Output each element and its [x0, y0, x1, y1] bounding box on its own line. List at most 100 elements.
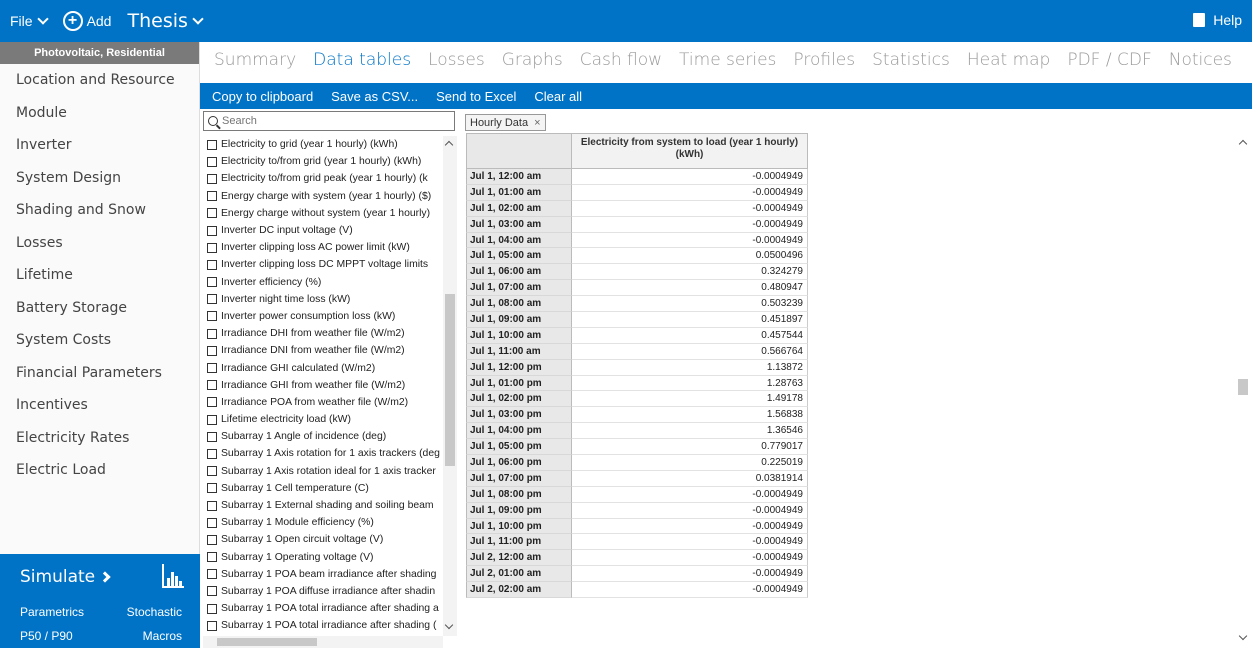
cell-value[interactable]: 0.0381914: [572, 470, 808, 487]
cell-value[interactable]: -0.0004949: [572, 216, 808, 233]
send-to-excel-button[interactable]: Send to Excel: [436, 89, 516, 104]
tab-pdf-cdf[interactable]: PDF / CDF: [1067, 50, 1151, 70]
hscrollbar-thumb[interactable]: [217, 638, 317, 646]
list-item[interactable]: Irradiance DNI from weather file (W/m2): [203, 342, 443, 359]
variable-checkbox[interactable]: [207, 448, 217, 459]
variable-checkbox[interactable]: [207, 620, 217, 631]
stochastic-button[interactable]: Stochastic: [127, 605, 182, 619]
list-item[interactable]: Inverter night time loss (kW): [203, 291, 443, 308]
tab-statistics[interactable]: Statistics: [872, 50, 950, 70]
hourly-data-tab[interactable]: Hourly Data ×: [465, 114, 546, 131]
list-item[interactable]: Subarray 1 Operating voltage (V): [203, 549, 443, 566]
variable-checkbox[interactable]: [207, 191, 217, 202]
variable-list-scrollbar[interactable]: [443, 136, 457, 636]
cell-value[interactable]: 0.457544: [572, 327, 808, 344]
tab-data-tables[interactable]: Data tables: [313, 50, 411, 70]
variable-checkbox[interactable]: [207, 397, 217, 408]
variable-checkbox[interactable]: [207, 259, 217, 270]
cell-value[interactable]: -0.0004949: [572, 486, 808, 503]
tab-summary[interactable]: Summary: [214, 50, 296, 70]
list-item[interactable]: Subarray 1 POA diffuse irradiance after …: [203, 583, 443, 600]
scrollbar-thumb[interactable]: [445, 294, 455, 466]
sidebar-item[interactable]: Location and Resource: [0, 64, 199, 97]
grid-scrollbar[interactable]: [1236, 133, 1250, 643]
scroll-up-icon[interactable]: [1238, 139, 1248, 149]
sidebar-item[interactable]: System Costs: [0, 324, 199, 357]
list-item[interactable]: Inverter DC input voltage (V): [203, 222, 443, 239]
tab-graphs[interactable]: Graphs: [502, 50, 563, 70]
list-item[interactable]: Inverter clipping loss AC power limit (k…: [203, 239, 443, 256]
variable-checkbox[interactable]: [207, 139, 217, 150]
close-icon[interactable]: ×: [534, 117, 540, 129]
cell-value[interactable]: 0.503239: [572, 296, 808, 313]
cell-value[interactable]: -0.0004949: [572, 550, 808, 567]
tab-heat-map[interactable]: Heat map: [967, 50, 1051, 70]
sidebar-item[interactable]: Electric Load: [0, 454, 199, 487]
cell-value[interactable]: -0.0004949: [572, 582, 808, 599]
results-chart-icon[interactable]: [162, 564, 184, 588]
cell-value[interactable]: -0.0004949: [572, 184, 808, 201]
cell-value[interactable]: -0.0004949: [572, 200, 808, 217]
add-case-button[interactable]: + Add: [62, 11, 111, 31]
variable-checkbox[interactable]: [207, 431, 217, 442]
cell-value[interactable]: -0.0004949: [572, 502, 808, 519]
variable-checkbox[interactable]: [207, 156, 217, 167]
p50-p90-button[interactable]: P50 / P90: [20, 629, 73, 643]
cell-value[interactable]: -0.0004949: [572, 169, 808, 185]
list-item[interactable]: Subarray 1 POA total irradiance after sh…: [203, 617, 443, 634]
cell-value[interactable]: 0.0500496: [572, 248, 808, 265]
list-item[interactable]: Irradiance GHI calculated (W/m2): [203, 359, 443, 376]
list-item[interactable]: Irradiance GHI from weather file (W/m2): [203, 377, 443, 394]
list-item[interactable]: Subarray 1 POA beam irradiance after sha…: [203, 566, 443, 583]
cell-value[interactable]: 1.36546: [572, 423, 808, 440]
sidebar-item[interactable]: Financial Parameters: [0, 357, 199, 390]
list-item[interactable]: Subarray 1 External shading and soiling …: [203, 497, 443, 514]
scroll-down-icon[interactable]: [444, 620, 454, 630]
variable-checkbox[interactable]: [207, 208, 217, 219]
variable-checkbox[interactable]: [207, 466, 217, 477]
variable-checkbox[interactable]: [207, 569, 217, 580]
list-item[interactable]: Electricity to/from grid (year 1 hourly)…: [203, 153, 443, 170]
cell-value[interactable]: 0.324279: [572, 264, 808, 281]
sidebar-item[interactable]: Shading and Snow: [0, 194, 199, 227]
list-item[interactable]: Subarray 1 Axis rotation for 1 axis trac…: [203, 445, 443, 462]
scroll-up-icon[interactable]: [444, 140, 454, 150]
cell-value[interactable]: 1.56838: [572, 407, 808, 424]
sidebar-item[interactable]: Module: [0, 97, 199, 130]
variable-checkbox[interactable]: [207, 345, 217, 356]
variable-checkbox[interactable]: [207, 294, 217, 305]
tab-time-series[interactable]: Time series: [679, 50, 776, 70]
column-header[interactable]: Electricity from system to load (year 1 …: [572, 133, 808, 169]
configuration-label[interactable]: Photovoltaic, Residential: [0, 42, 199, 64]
variable-checkbox[interactable]: [207, 328, 217, 339]
list-item[interactable]: Irradiance POA from weather file (W/m2): [203, 394, 443, 411]
list-item[interactable]: Inverter efficiency (%): [203, 274, 443, 291]
sidebar-item[interactable]: Incentives: [0, 389, 199, 422]
tab-profiles[interactable]: Profiles: [793, 50, 855, 70]
list-item[interactable]: Subarray 1 Cell temperature (C): [203, 480, 443, 497]
variable-checkbox[interactable]: [207, 363, 217, 374]
variable-checkbox[interactable]: [207, 603, 217, 614]
scroll-down-icon[interactable]: [1238, 631, 1248, 641]
tab-losses[interactable]: Losses: [428, 50, 485, 70]
list-item[interactable]: Inverter power consumption loss (kW): [203, 308, 443, 325]
cell-value[interactable]: 0.451897: [572, 312, 808, 328]
cell-value[interactable]: 1.28763: [572, 375, 808, 392]
variable-checkbox[interactable]: [207, 483, 217, 494]
help-button[interactable]: Help: [1193, 12, 1242, 28]
cell-value[interactable]: 0.566764: [572, 343, 808, 360]
cell-value[interactable]: 0.480947: [572, 280, 808, 297]
sidebar-item[interactable]: Lifetime: [0, 259, 199, 292]
list-item[interactable]: Irradiance DHI from weather file (W/m2): [203, 325, 443, 342]
list-item[interactable]: Lifetime electricity load (kW): [203, 411, 443, 428]
cell-value[interactable]: -0.0004949: [572, 566, 808, 583]
cell-value[interactable]: 1.49178: [572, 391, 808, 408]
scrollbar-thumb[interactable]: [1238, 379, 1248, 395]
cell-value[interactable]: 1.13872: [572, 359, 808, 376]
variable-checkbox[interactable]: [207, 500, 217, 511]
variable-checkbox[interactable]: [207, 534, 217, 545]
file-menu-button[interactable]: File: [10, 12, 49, 29]
cell-value[interactable]: 0.779017: [572, 439, 808, 456]
list-item[interactable]: Electricity to/from grid peak (year 1 ho…: [203, 170, 443, 187]
variable-checkbox[interactable]: [207, 173, 217, 184]
